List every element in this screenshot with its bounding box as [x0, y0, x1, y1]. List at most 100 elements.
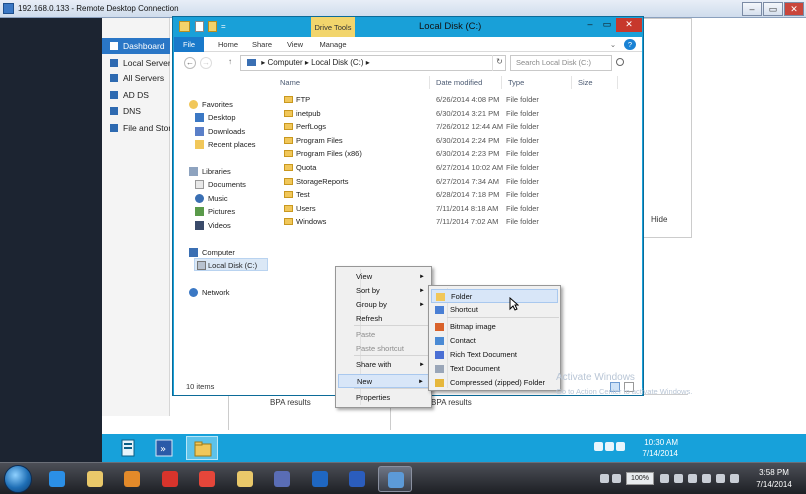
menu-item-share-with[interactable]: Share with ►: [338, 358, 429, 372]
file-row[interactable]: Test 6/28/2014 7:18 PM File folder: [274, 188, 642, 202]
photos-taskbar-button[interactable]: [265, 466, 299, 492]
rdp-close-button[interactable]: ✕: [784, 2, 804, 16]
rdp-minimize-button[interactable]: –: [742, 2, 762, 16]
tab-manage[interactable]: Manage: [316, 37, 350, 52]
hide-link[interactable]: Hide: [651, 215, 667, 224]
forward-button[interactable]: →: [200, 57, 212, 69]
file-row[interactable]: Windows 7/11/2014 7:02 AM File folder: [274, 215, 642, 229]
file-row[interactable]: Program Files (x86) 6/30/2014 2:23 PM File…: [274, 147, 642, 161]
nav-libraries[interactable]: Libraries: [189, 165, 231, 178]
nav-documents[interactable]: Documents: [195, 178, 246, 191]
new-folder-qat-icon[interactable]: [208, 21, 217, 32]
action-center-icon[interactable]: [702, 474, 711, 483]
new-zip-folder[interactable]: Compressed (zipped) Folder: [431, 376, 558, 390]
new-document-qat-icon[interactable]: [195, 21, 204, 32]
nav-music[interactable]: Music: [195, 192, 228, 205]
word-taskbar-button[interactable]: [340, 466, 374, 492]
back-button[interactable]: ←: [184, 57, 196, 69]
file-row[interactable]: Program Files 6/30/2014 2:24 PM File folde…: [274, 134, 642, 148]
sidebar-item[interactable]: DNS: [102, 103, 170, 119]
column-size[interactable]: Size: [572, 76, 618, 89]
explorer-taskbar-button[interactable]: [78, 466, 112, 492]
folder-app-taskbar-button[interactable]: [228, 466, 262, 492]
app-red-taskbar-button[interactable]: [153, 466, 187, 492]
explorer-taskbar-icon[interactable]: [186, 436, 218, 460]
nav-desktop[interactable]: Desktop: [195, 111, 236, 124]
language-tray-icon[interactable]: [716, 474, 725, 483]
menu-item-refresh[interactable]: Refresh: [338, 312, 429, 326]
bpa-results-link[interactable]: BPA results: [431, 398, 472, 407]
file-row[interactable]: StorageReports 6/27/2014 7:34 AM File fold…: [274, 175, 642, 189]
new-rtf[interactable]: Rich Text Document: [431, 348, 558, 362]
tray-flag-icon[interactable]: [612, 474, 621, 483]
menu-item-paste-shortcut[interactable]: Paste shortcut: [338, 342, 429, 356]
column-name[interactable]: Name: [274, 76, 430, 89]
sidebar-item[interactable]: File and Storage Services: [102, 120, 170, 136]
nav-favorites[interactable]: Favorites: [189, 98, 233, 111]
breadcrumb-computer[interactable]: Computer: [267, 58, 302, 67]
menu-item-sort-by[interactable]: Sort by ►: [338, 284, 429, 298]
display-tray-icon[interactable]: [688, 474, 697, 483]
nav-network[interactable]: Network: [189, 286, 230, 299]
server-manager-taskbar-icon[interactable]: [112, 436, 144, 460]
network-tray-icon[interactable]: [660, 474, 669, 483]
file-row[interactable]: inetpub 6/30/2014 3:21 PM File folder: [274, 107, 642, 121]
rdp-taskbar-button[interactable]: [377, 466, 412, 492]
explorer-close-button[interactable]: ✕: [616, 18, 642, 32]
sidebar-item[interactable]: AD DS: [102, 87, 170, 103]
drive-tools-context-tab[interactable]: Drive Tools: [311, 17, 355, 37]
powershell-taskbar-icon[interactable]: »: [148, 436, 180, 460]
sidebar-item[interactable]: Local Server: [102, 55, 170, 71]
update-tray-icon[interactable]: [730, 474, 739, 483]
menu-item-properties[interactable]: Properties: [338, 391, 429, 405]
rdp-restore-button[interactable]: ▭: [763, 2, 783, 16]
address-bar[interactable]: ▸ Computer ▸ Local Disk (C:) ▸: [240, 55, 506, 71]
tab-home[interactable]: Home: [214, 37, 242, 52]
volume-tray-icon[interactable]: [674, 474, 683, 483]
nav-recent-places[interactable]: Recent places: [195, 138, 256, 151]
chrome-taskbar-button[interactable]: [190, 466, 224, 492]
new-shortcut[interactable]: Shortcut: [431, 303, 558, 317]
column-date-modified[interactable]: Date modified: [430, 76, 502, 89]
new-contact[interactable]: Contact: [431, 334, 558, 348]
start-button[interactable]: [4, 465, 32, 493]
nav-local-disk[interactable]: Local Disk (C:): [194, 258, 268, 271]
menu-item-group-by[interactable]: Group by ►: [338, 298, 429, 312]
tab-share[interactable]: Share: [248, 37, 276, 52]
outlook-taskbar-button[interactable]: [303, 466, 337, 492]
bpa-results-link[interactable]: BPA results: [270, 398, 311, 407]
breadcrumb-local-disk[interactable]: Local Disk (C:): [311, 58, 363, 67]
up-button[interactable]: ↑: [224, 57, 236, 69]
nav-pictures[interactable]: Pictures: [195, 205, 235, 218]
sidebar-item[interactable]: All Servers: [102, 70, 170, 86]
file-row[interactable]: FTP 6/26/2014 4:08 PM File folder: [274, 93, 642, 107]
search-input[interactable]: Search Local Disk (C:): [510, 55, 612, 71]
menu-item-view[interactable]: View ►: [338, 270, 429, 284]
menu-item-paste[interactable]: Paste: [338, 328, 429, 342]
nav-downloads[interactable]: Downloads: [195, 125, 245, 138]
tab-file[interactable]: File: [174, 37, 204, 52]
media-player-taskbar-button[interactable]: [115, 466, 149, 492]
new-text[interactable]: Text Document: [431, 362, 558, 376]
explorer-minimize-button[interactable]: –: [581, 18, 599, 32]
help-icon[interactable]: ?: [624, 39, 636, 50]
menu-item-new[interactable]: New ►: [338, 374, 429, 388]
nav-videos[interactable]: Videos: [195, 219, 231, 232]
battery-indicator[interactable]: 100%: [626, 472, 654, 485]
sidebar-item[interactable]: Dashboard: [102, 38, 170, 54]
refresh-button[interactable]: ↻: [492, 55, 506, 71]
new-bitmap[interactable]: Bitmap image: [431, 320, 558, 334]
ie-taskbar-button[interactable]: [40, 466, 74, 492]
explorer-restore-button[interactable]: ▭: [598, 18, 616, 32]
tab-view[interactable]: View: [282, 37, 308, 52]
file-row[interactable]: PerfLogs 7/26/2012 12:44 AM File folder: [274, 120, 642, 134]
tray-arrow-icon[interactable]: [600, 474, 609, 483]
host-clock[interactable]: 3:58 PM 7/14/2014: [748, 467, 800, 491]
qat-dropdown-icon[interactable]: =: [221, 22, 226, 31]
column-type[interactable]: Type: [502, 76, 572, 89]
file-row[interactable]: Quota 6/27/2014 10:02 AM File folder: [274, 161, 642, 175]
new-folder[interactable]: Folder: [431, 289, 558, 303]
file-row[interactable]: Users 7/11/2014 8:18 AM File folder: [274, 202, 642, 216]
search-icon[interactable]: [616, 58, 624, 66]
properties-qat-icon[interactable]: [179, 21, 190, 32]
